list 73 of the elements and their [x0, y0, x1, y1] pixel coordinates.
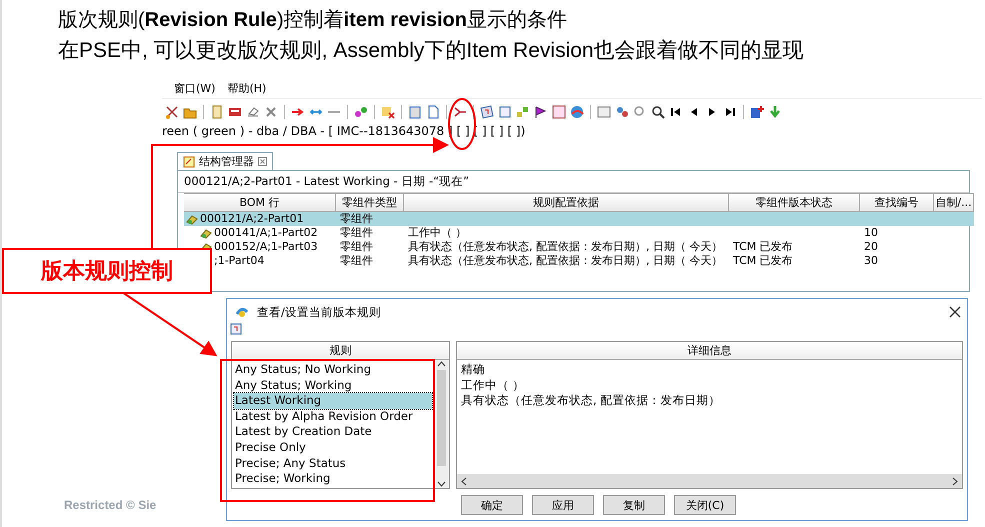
close-icon[interactable] [949, 306, 961, 318]
plus-icon[interactable] [750, 105, 764, 119]
bom-line-text[interactable]: 000141/A;1-Part02 [214, 227, 318, 239]
column-header[interactable]: 查找编号 [860, 193, 934, 212]
first-icon[interactable] [669, 105, 683, 119]
table-cell [934, 212, 974, 226]
globe-icon[interactable] [570, 105, 584, 119]
app-logo-icon [235, 305, 249, 319]
rule-list-item[interactable]: Any Status; No Working [234, 362, 432, 378]
window-icon [183, 156, 195, 168]
download-icon[interactable] [768, 105, 782, 119]
slide-subtitle: 在PSE中, 可以更改版次规则, Assembly下的Item Revision也会跟着做不同的显现 [58, 38, 804, 64]
column-header[interactable]: 零组件类型 [336, 193, 404, 212]
table-cell-text: 20 [863, 240, 879, 254]
part-icon [186, 214, 198, 224]
left-caret-icon[interactable] [460, 476, 468, 486]
column-header: 详细信息 [457, 342, 962, 360]
column-header[interactable]: 零组件版本状态 [729, 193, 860, 212]
rule-list-item[interactable]: Precise Only [234, 440, 432, 456]
bom-line-text[interactable]: ;1-Part04 [214, 255, 264, 267]
window-icon[interactable] [597, 105, 611, 119]
tab-label: 结构管理器 [199, 154, 254, 169]
dialog-button[interactable]: 确定 [461, 495, 523, 515]
eraser-icon[interactable] [246, 105, 260, 119]
delete-icon[interactable] [381, 105, 395, 119]
search-icon[interactable] [651, 105, 665, 119]
table-cell-text: 零组件 [339, 254, 374, 268]
table-cell-text: 零组件 [339, 226, 374, 240]
last-icon[interactable] [723, 105, 737, 119]
dialog-button[interactable]: 关闭(C) [674, 495, 736, 515]
dialog-title: 查看/设置当前版本规则 [257, 304, 382, 320]
menu-item[interactable]: 窗口(W) [174, 81, 216, 95]
callout-label: 版本规则控制 [2, 248, 212, 294]
bom-line-text[interactable]: 000152/A;1-Part03 [214, 241, 318, 253]
rule-list-item[interactable]: Precise; Any Status [234, 456, 432, 472]
detail-text: 工作中（ ） [460, 378, 526, 394]
table-cell-text: 30 [863, 254, 879, 268]
rule-list-item[interactable]: Any Status; Working [234, 378, 432, 394]
down-caret-icon[interactable] [437, 480, 446, 488]
table-cell-text: 10 [863, 226, 879, 240]
column-header[interactable]: 规则配置依据 [404, 193, 729, 212]
table-cell-text: 工作中（ ） [407, 226, 468, 240]
structure-manager-tab[interactable]: 结构管理器 [177, 152, 273, 170]
rule-list-item[interactable]: Latest by Alpha Revision Order [234, 408, 432, 424]
horizontal-scrollbar[interactable] [457, 474, 962, 488]
cross-icon[interactable] [264, 105, 278, 119]
vertical-scrollbar[interactable] [434, 360, 449, 488]
table-cell-text: TCM 已发布 [732, 254, 794, 268]
highlight-ellipse [448, 98, 476, 150]
flag-icon[interactable] [534, 105, 548, 119]
column-header: 规则 [232, 342, 449, 360]
column-header[interactable]: 自制/... [934, 193, 974, 212]
dialog-button[interactable]: 应用 [532, 495, 594, 515]
rule-list-item[interactable]: Latest Working [234, 393, 432, 409]
detail-text: 精确 [460, 362, 486, 378]
part-icon [200, 228, 212, 238]
table-cell-text: 具有状态（任意发布状态, 配置依据：发布日期）, 日期（ 今天） [407, 254, 724, 268]
rule-list-item[interactable]: Latest by Creation Date [234, 424, 432, 440]
rule-list-item[interactable]: Precise; Working [234, 471, 432, 487]
table-cell: 零组件 [336, 212, 404, 226]
footer-text: Restricted © Sie [64, 498, 156, 512]
menu-item[interactable]: 帮助(H) [227, 81, 266, 95]
document-icon[interactable] [210, 105, 224, 119]
column-header[interactable]: BOM 行 [184, 193, 336, 212]
table-cell-text: 具有状态（任意发布状态, 配置依据：发布日期）, 日期（ 今天） [407, 240, 724, 254]
dialog-button[interactable]: 复制 [603, 495, 665, 515]
detail-text: 具有状态（任意发布状态, 配置依据：发布日期） [460, 393, 722, 409]
right-caret-icon[interactable] [951, 476, 959, 486]
table-cell-text: 零组件 [339, 240, 374, 254]
table-cell-text: TCM 已发布 [732, 240, 794, 254]
slide-title: 版次规则(Revision Rule)控制着item revision显示的条件 [58, 8, 567, 33]
page-icon[interactable] [426, 105, 440, 119]
up-caret-icon[interactable] [437, 360, 446, 368]
